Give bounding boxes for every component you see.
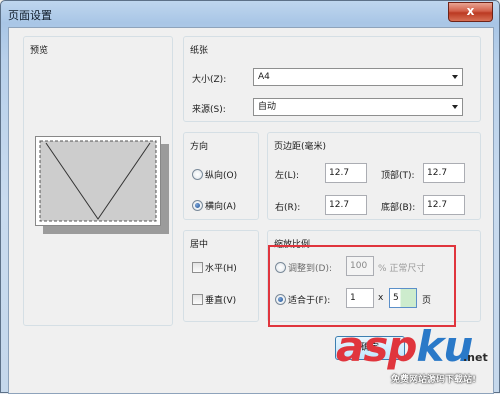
margin-left-input[interactable]: 12.7 — [325, 163, 367, 183]
window-title: 页面设置 — [8, 9, 52, 22]
watermark-subtitle: 免费网站源码下载站! — [391, 375, 477, 385]
margin-right-label: 右(R): — [275, 203, 301, 213]
paper-source-label: 来源(S): — [192, 105, 226, 115]
preview-page-graphic — [39, 140, 157, 222]
watermark-logo: aspku — [336, 322, 473, 371]
portrait-label: 纵向(O) — [205, 171, 238, 181]
paper-source-select[interactable]: 自动 — [253, 98, 463, 116]
margin-top-label: 顶部(T): — [381, 171, 415, 181]
preview-group-title: 预览 — [30, 46, 49, 56]
chevron-down-icon — [452, 75, 458, 79]
chevron-down-icon — [452, 105, 458, 109]
center-horizontal-label: 水平(H) — [205, 264, 237, 274]
landscape-radio[interactable] — [192, 200, 203, 211]
margins-group-title: 页边距(毫米) — [274, 142, 327, 152]
close-button[interactable]: x — [448, 2, 493, 22]
center-vertical-label: 垂直(V) — [205, 296, 237, 306]
margin-left-label: 左(L): — [275, 171, 300, 181]
landscape-label: 横向(A) — [205, 202, 237, 212]
margin-bottom-input[interactable]: 12.7 — [423, 195, 465, 215]
center-group-title: 居中 — [190, 240, 209, 250]
paper-source-value: 自动 — [258, 102, 277, 112]
paper-size-select[interactable]: A4 — [253, 68, 463, 86]
margin-right-input[interactable]: 12.7 — [325, 195, 367, 215]
highlight-annotation-box — [268, 245, 456, 327]
margin-bottom-label: 底部(B): — [381, 203, 416, 213]
paper-group-title: 纸张 — [190, 46, 209, 56]
portrait-radio[interactable] — [192, 169, 203, 180]
orientation-group-title: 方向 — [190, 142, 209, 152]
paper-size-label: 大小(Z): — [192, 75, 227, 85]
margin-top-input[interactable]: 12.7 — [423, 163, 465, 183]
center-vertical-checkbox[interactable] — [192, 294, 203, 305]
watermark-domain: .net — [463, 351, 488, 364]
center-group: 居中 — [183, 230, 259, 322]
close-icon: x — [466, 4, 475, 18]
title-bar: 页面设置 x — [1, 1, 499, 27]
watermark-brand-red: asp — [336, 322, 417, 371]
preview-page — [35, 136, 161, 226]
paper-size-value: A4 — [258, 72, 270, 82]
center-horizontal-checkbox[interactable] — [192, 262, 203, 273]
